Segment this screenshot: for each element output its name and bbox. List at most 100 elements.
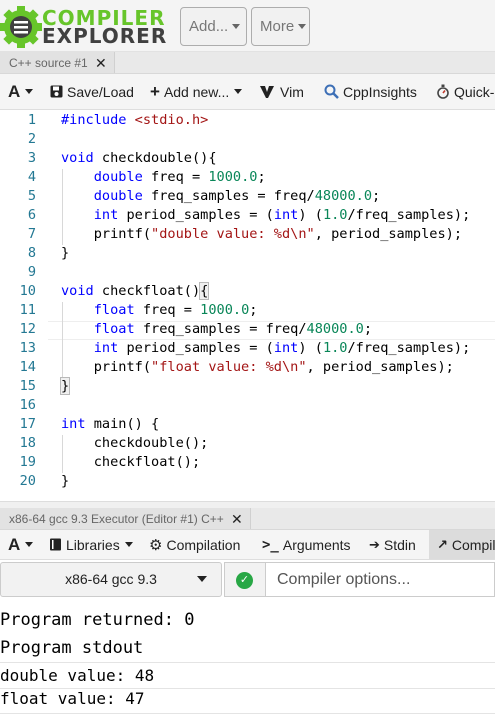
cppinsights-button[interactable]: CppInsights [324,74,417,109]
compiler-picker-row: x86-64 gcc 9.3 ✓ Compiler options... [0,560,495,598]
line-number: 17 [19,416,36,432]
executor-toolbar: A Libraries ⚙ Compilation >_ Arguments ➔… [0,530,495,560]
vim-button[interactable]: Vim [260,74,304,109]
logo-text-explorer: EXPLORER [42,24,168,48]
caret-down-icon [25,542,34,547]
executor-tabstrip: x86-64 gcc 9.3 Executor (Editor #1) C++ … [0,508,495,530]
cppinsights-label: CppInsights [343,83,417,100]
caret-down-icon [232,23,241,29]
arguments-button[interactable]: >_ Arguments [262,530,351,559]
code-line-1: #include <stdio.h> [61,112,209,128]
line-number: 14 [19,359,36,375]
code-line-13: int period_samples = (int) (1.0/freq_sam… [93,340,471,356]
close-icon[interactable]: ✕ [231,508,243,530]
font-icon: A [8,534,21,554]
execution-output: Program returned: 0 Program stdout doubl… [0,600,495,721]
libraries-button[interactable]: Libraries [49,530,133,559]
stdout-line: float value: 47 [0,689,495,714]
more-menu-button[interactable]: More [251,7,310,46]
code-line-15: } [59,377,71,395]
caret-down-icon [298,23,307,29]
tab-executor[interactable]: x86-64 gcc 9.3 Executor (Editor #1) C++ … [0,508,251,529]
check-circle-icon: ✓ [236,572,253,589]
font-icon: A [8,81,21,101]
line-number: 13 [19,340,36,356]
code-line-11: float freq = 1000.0; [93,302,258,318]
line-number: 1 [27,112,36,128]
quick-bench-icon [437,84,449,99]
compiler-output-label: Compiler output [451,536,495,553]
editor-tabstrip: C++ source #1 ✕ [0,52,495,74]
arguments-label: Arguments [282,536,351,553]
code-line-10: void checkfloat(){ [61,282,210,300]
save-load-button[interactable]: Save/Load [50,74,134,109]
share-icon: ↗ [437,536,448,552]
tab-title: C++ source #1 [9,56,88,70]
cppinsights-icon [324,84,339,99]
code-line-18: checkdouble(); [61,435,209,451]
save-load-label: Save/Load [67,83,134,100]
program-returned: Program returned: 0 [0,610,195,630]
line-number: 10 [19,283,36,299]
code-editor[interactable]: 1 2 3 4 5 6 7 8 9 10 11 12 13 14 15 16 17 18 19 20 #include… [0,112,495,501]
sign-in-icon: ➔ [369,536,380,552]
tab-cpp-source[interactable]: C++ source #1 ✕ [0,52,115,73]
line-number: 11 [19,302,36,318]
compiler-options-input[interactable]: Compiler options... [266,562,495,597]
quick-bench-button[interactable]: Quick-bench [437,74,495,109]
line-number: 15 [19,378,36,394]
code-line-5: double freq_samples = freq/48000.0; [93,188,381,204]
editor-toolbar: A Save/Load + Add new... Vim CppInsights… [0,74,495,110]
line-number: 12 [19,321,36,337]
stdin-button[interactable]: ➔ Stdin [369,530,416,559]
compiler-output-button[interactable]: ↗ Compiler output [429,530,495,559]
caret-down-icon [234,89,243,94]
compiler-explorer-logo[interactable]: COMPILER EXPLORER [0,4,168,50]
line-number: 16 [19,397,36,413]
compile-status[interactable]: ✓ [224,562,266,597]
line-number: 7 [27,226,36,242]
stdout-line: double value: 48 [0,666,495,689]
line-number: 19 [19,454,36,470]
tab-title: x86-64 gcc 9.3 Executor (Editor #1) C++ [9,512,224,526]
code-line-19: checkfloat(); [61,454,201,470]
pane-splitter[interactable] [0,501,495,508]
code-line-14: printf("float value: %d\n", period_sampl… [61,359,454,375]
add-menu-label: Add... [189,18,229,35]
compiler-select-value: x86-64 gcc 9.3 [65,571,157,587]
plus-icon: + [150,81,160,101]
code-line-12: float freq_samples = freq/48000.0; [93,321,373,337]
code-line-20: } [61,473,70,489]
line-number: 8 [27,245,36,261]
caret-down-icon [197,576,207,582]
logo-gear-icon [0,6,42,48]
stdout-header: Program stdout [0,638,495,663]
font-size-button[interactable]: A [8,530,34,559]
vim-label: Vim [280,83,304,100]
code-line-7: printf("double value: %d\n", period_samp… [61,226,463,242]
add-new-button[interactable]: + Add new... [150,74,243,109]
code-line-3: void checkdouble(){ [61,150,217,166]
code-line-8: } [61,245,70,261]
line-number: 4 [27,169,36,185]
cogs-icon: ⚙ [149,536,163,554]
compilation-label: Compilation [166,536,241,553]
line-number: 5 [27,188,36,204]
compilation-button[interactable]: ⚙ Compilation [149,530,240,559]
line-number: 3 [27,150,36,166]
compiler-options-placeholder: Compiler options... [277,571,411,588]
code-line-17: int main() { [61,416,160,432]
caret-down-icon [124,542,133,547]
add-menu-button[interactable]: Add... [180,7,247,46]
vim-icon [260,85,274,98]
font-size-button[interactable]: A [8,74,34,109]
compiler-select[interactable]: x86-64 gcc 9.3 [0,562,222,597]
book-icon [50,538,61,551]
libraries-label: Libraries [66,536,120,553]
more-menu-label: More [260,18,295,35]
line-number: 2 [27,131,36,147]
line-number: 6 [27,207,36,223]
stdin-label: Stdin [383,536,416,553]
close-icon[interactable]: ✕ [95,52,107,74]
add-new-label: Add new... [163,83,230,100]
